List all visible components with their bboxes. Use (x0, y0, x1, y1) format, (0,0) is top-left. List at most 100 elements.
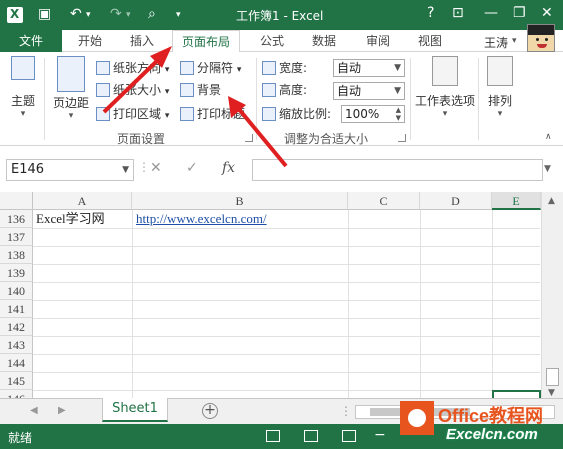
width-icon (262, 61, 276, 75)
scale-input[interactable]: 100% ▲ ▼ (341, 105, 405, 123)
resize-handle-icon[interactable]: ⋮ (138, 160, 150, 174)
group-label-scale: 调整为合适大小 (284, 132, 369, 146)
column-header-e[interactable]: E (492, 192, 541, 210)
background-button[interactable]: 背景 (180, 80, 221, 100)
width-select[interactable]: 自动 ▼ (333, 59, 405, 77)
cell-a136[interactable]: Excel学习网 (36, 210, 105, 228)
tab-page-layout[interactable]: 页面布局 (172, 30, 240, 53)
row-header[interactable]: 137 (0, 228, 33, 246)
height-select[interactable]: 自动 ▼ (333, 82, 405, 100)
row-header[interactable]: 143 (0, 336, 33, 354)
row-header[interactable]: 144 (0, 354, 33, 372)
orientation-button[interactable]: 纸张方向 ▾ (96, 58, 169, 78)
select-all-button[interactable] (0, 192, 33, 210)
tab-insert[interactable]: 插入 (122, 30, 162, 52)
sheet-tab-sheet1[interactable]: Sheet1 (102, 398, 168, 422)
restore-icon[interactable]: ❐ (513, 5, 526, 21)
enter-button[interactable]: ✓ (186, 160, 198, 176)
row-header[interactable]: 139 (0, 264, 33, 282)
tab-file[interactable]: 文件 (0, 30, 62, 52)
split-handle-icon[interactable]: ⋮ (340, 404, 352, 418)
name-box[interactable]: E146 ▼ (6, 159, 134, 181)
breaks-icon (180, 61, 194, 75)
cell-b136-link[interactable]: http://www.excelcn.com/ (136, 210, 267, 228)
spreadsheet-grid[interactable]: A B C D E 136 137 138 139 140 141 142 14… (0, 192, 563, 398)
normal-view-icon[interactable] (266, 430, 280, 442)
row-header[interactable]: 145 (0, 372, 33, 390)
column-header-d[interactable]: D (420, 192, 492, 210)
themes-dropdown-icon: ▾ (20, 109, 26, 119)
print-area-icon (96, 107, 110, 121)
print-area-button[interactable]: 打印区域 ▾ (96, 104, 169, 124)
site-watermark: Office教程网 Excelcn.com (394, 398, 560, 446)
chevron-down-icon: ▼ (394, 86, 401, 96)
page-layout-view-icon[interactable] (304, 430, 318, 442)
themes-button[interactable]: 主题 ▾ (6, 56, 40, 119)
page-setup-dialog-launcher-icon[interactable] (245, 134, 253, 142)
column-header-b[interactable]: B (132, 192, 348, 210)
help-button[interactable]: ? (427, 5, 434, 21)
themes-icon (11, 56, 35, 80)
title-bar: X ▣ ↶ ▾ ↷ ▾ ⌕ ▾ 工作簿1 - Excel ? ⊡ — ❐ ✕ (0, 0, 563, 30)
save-icon[interactable]: ▣ (38, 6, 51, 22)
add-sheet-button[interactable]: + (202, 403, 218, 419)
print-preview-icon[interactable]: ⌕ (148, 6, 156, 22)
sheet-next-icon[interactable]: ▶ (58, 405, 66, 416)
row-header[interactable]: 141 (0, 300, 33, 318)
ribbon-tabs: 文件 开始 插入 页面布局 公式 数据 审阅 视图 王涛 ▾ (0, 30, 563, 53)
background-picture-icon (180, 83, 194, 97)
close-button[interactable]: ✕ (541, 5, 553, 21)
collapse-ribbon-icon[interactable]: ∧ (545, 132, 552, 142)
user-dropdown-icon[interactable]: ▾ (512, 36, 517, 46)
arrange-dropdown-icon: ▾ (497, 109, 503, 119)
tab-data[interactable]: 数据 (304, 30, 344, 52)
scale-dialog-launcher-icon[interactable] (398, 134, 406, 142)
minimize-button[interactable]: — (484, 5, 498, 21)
arrange-button[interactable]: 排列 ▾ (482, 56, 518, 119)
insert-function-button[interactable]: fx (222, 160, 235, 176)
expand-formula-bar-icon[interactable]: ▼ (544, 164, 551, 174)
customize-qat-icon[interactable]: ▾ (176, 10, 181, 20)
row-header[interactable]: 140 (0, 282, 33, 300)
column-header-c[interactable]: C (348, 192, 420, 210)
user-name[interactable]: 王涛 (484, 34, 508, 51)
scroll-down-icon[interactable]: ▼ (548, 388, 555, 398)
ribbon-display-icon[interactable]: ⊡ (452, 5, 464, 21)
window-title: 工作簿1 - Excel (236, 9, 324, 23)
redo-icon[interactable]: ↷ (110, 6, 122, 22)
row-header[interactable]: 138 (0, 246, 33, 264)
row-header[interactable]: 142 (0, 318, 33, 336)
row-header[interactable]: 146 (0, 390, 33, 398)
page-break-view-icon[interactable] (342, 430, 356, 442)
active-cell-e146[interactable] (492, 390, 541, 398)
orientation-icon (96, 61, 110, 75)
breaks-button[interactable]: 分隔符 ▾ (180, 58, 241, 78)
size-button[interactable]: 纸张大小 ▾ (96, 80, 169, 100)
cancel-button[interactable]: ✕ (150, 160, 162, 176)
height-icon (262, 83, 276, 97)
row-header[interactable]: 136 (0, 210, 33, 228)
scroll-up-icon[interactable]: ▲ (548, 196, 555, 206)
undo-icon[interactable]: ↶ (70, 6, 82, 22)
chevron-down-icon: ▼ (122, 165, 129, 175)
sheet-options-button[interactable]: 工作表选项 ▾ (414, 56, 476, 119)
margins-button[interactable]: 页边距 ▾ (50, 56, 92, 121)
tab-view[interactable]: 视图 (410, 30, 450, 52)
tab-home[interactable]: 开始 (70, 30, 110, 52)
tab-formulas[interactable]: 公式 (252, 30, 292, 52)
sheet-options-icon (432, 56, 458, 86)
scrollbar-thumb[interactable] (546, 368, 559, 386)
redo-dropdown-icon[interactable]: ▾ (126, 10, 131, 20)
divider (44, 58, 45, 140)
undo-dropdown-icon[interactable]: ▾ (86, 10, 91, 20)
column-header-a[interactable]: A (33, 192, 132, 210)
formula-input[interactable] (252, 159, 543, 181)
avatar[interactable] (527, 24, 555, 52)
tab-review[interactable]: 审阅 (358, 30, 398, 52)
vertical-scrollbar[interactable]: ▲ ▼ (541, 192, 563, 398)
zoom-out-icon[interactable]: − (374, 427, 386, 443)
chevron-down-icon: ▼ (394, 63, 401, 73)
sheet-prev-icon[interactable]: ◀ (30, 405, 38, 416)
margins-icon (57, 56, 85, 92)
print-titles-button[interactable]: 打印标题 (180, 104, 245, 124)
